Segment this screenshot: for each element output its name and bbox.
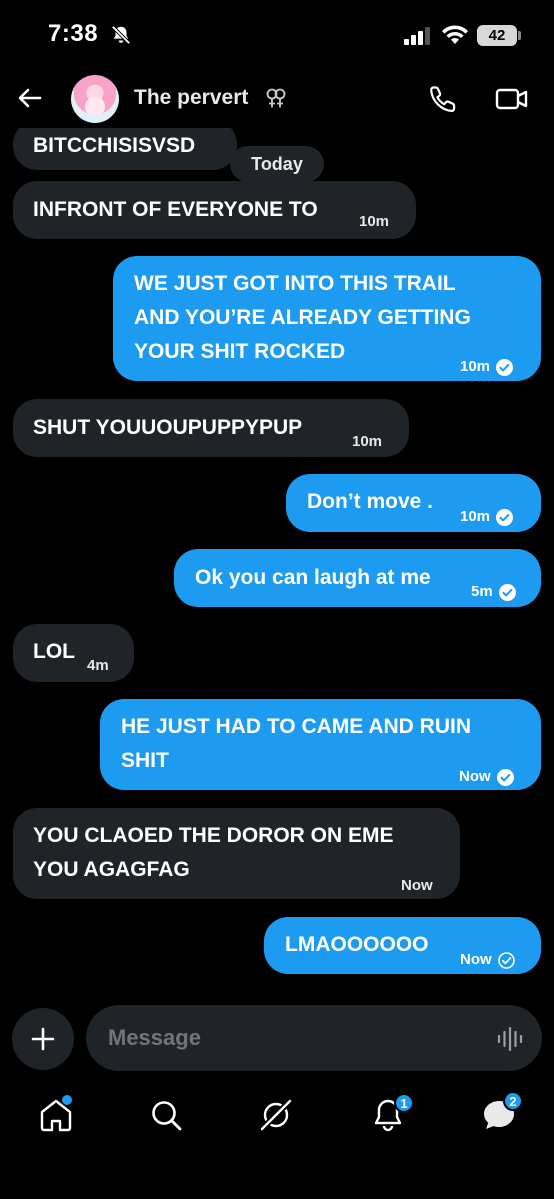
message-bubble-incoming[interactable]: SHUT YOUUOUPUPPYPUP 10m: [13, 399, 409, 457]
search-icon: [152, 1101, 182, 1131]
nav-grok[interactable]: [256, 1095, 296, 1135]
message-bubble-incoming[interactable]: BITCCHISISVSD: [13, 128, 237, 170]
read-check-icon: [498, 583, 516, 601]
voice-message-icon[interactable]: [496, 1025, 524, 1053]
nav-search[interactable]: [146, 1095, 186, 1135]
message-composer[interactable]: [86, 1005, 542, 1071]
read-check-icon: [496, 768, 514, 786]
message-text: LMAOOOOOO: [285, 933, 429, 956]
read-check-icon: [496, 358, 514, 376]
home-notification-dot: [62, 1095, 72, 1105]
message-timestamp: 10m: [359, 213, 390, 230]
messages-badge: 2: [503, 1091, 523, 1111]
message-text-line: SHIT: [121, 749, 169, 772]
signal-icon: [404, 27, 430, 45]
message-timestamp: Now: [401, 877, 433, 894]
message-text: Ok you can laugh at me: [195, 566, 431, 589]
message-text: Don’t move .: [307, 490, 434, 513]
bottom-navigation: 1 2: [0, 1085, 554, 1199]
message-text-line: WE JUST GOT INTO THIS TRAIL: [134, 272, 456, 295]
message-bubble-outgoing[interactable]: Don’t move . 10m: [286, 474, 541, 532]
message-text-line: YOUR SHIT ROCKED: [134, 340, 346, 363]
message-text: INFRONT OF EVERYONE TO: [33, 198, 318, 221]
notifications-badge: 1: [394, 1093, 414, 1113]
battery-indicator: 42: [477, 25, 517, 46]
day-separator: Today: [230, 146, 324, 182]
back-arrow-icon[interactable]: [16, 84, 44, 112]
message-timestamp: 10m: [460, 358, 491, 375]
battery-nub: [518, 31, 521, 40]
status-time: 7:38: [48, 20, 99, 47]
nav-home[interactable]: [36, 1095, 76, 1135]
video-call-icon[interactable]: [495, 85, 529, 113]
message-input[interactable]: [108, 1023, 468, 1053]
contact-name[interactable]: The pervert: [134, 86, 248, 110]
message-bubble-outgoing[interactable]: LMAOOOOOO Now: [264, 917, 541, 974]
message-bubble-incoming[interactable]: LOL 4m: [13, 624, 134, 682]
message-timestamp: 10m: [352, 433, 383, 450]
message-text-line: YOU CLAOED THE DOROR ON EME: [33, 824, 394, 847]
message-bubble-outgoing[interactable]: Ok you can laugh at me 5m: [174, 549, 541, 607]
conversation-header: The pervert: [0, 70, 554, 128]
status-bar: 7:38 42: [0, 0, 554, 70]
message-bubble-incoming[interactable]: YOU CLAOED THE DOROR ON EME YOU AGAGFAG …: [13, 808, 460, 899]
message-text-line: YOU AGAGFAG: [33, 858, 190, 881]
message-list[interactable]: BITCCHISISVSD Today INFRONT OF EVERYONE …: [0, 128, 554, 998]
message-timestamp: 10m: [460, 508, 491, 525]
add-attachment-button[interactable]: [12, 1008, 74, 1070]
message-text: LOL: [33, 640, 75, 663]
grok-icon: [259, 1098, 293, 1132]
message-bubble-incoming[interactable]: INFRONT OF EVERYONE TO 10m: [13, 181, 416, 239]
nav-messages[interactable]: 2: [479, 1091, 523, 1135]
read-check-icon: [496, 508, 514, 526]
sent-check-icon: [497, 951, 515, 969]
phone-call-icon[interactable]: [428, 84, 458, 114]
intersex-symbol-icon: [266, 88, 286, 108]
message-text: BITCCHISISVSD: [33, 134, 196, 157]
bell-off-icon: [111, 25, 131, 45]
message-text-line: AND YOU’RE ALREADY GETTING: [134, 306, 471, 329]
message-bubble-outgoing[interactable]: HE JUST HAD TO CAME AND RUIN SHIT Now: [100, 699, 541, 790]
message-text-line: HE JUST HAD TO CAME AND RUIN: [121, 715, 472, 738]
plus-icon: [31, 1027, 55, 1051]
message-text: SHUT YOUUOUPUPPYPUP: [33, 416, 303, 439]
message-timestamp: Now: [459, 768, 491, 785]
message-timestamp: 4m: [87, 657, 109, 674]
message-timestamp: 5m: [471, 583, 493, 600]
nav-notifications[interactable]: 1: [368, 1093, 414, 1135]
message-timestamp: Now: [460, 951, 492, 968]
message-bubble-outgoing[interactable]: WE JUST GOT INTO THIS TRAIL AND YOU’RE A…: [113, 256, 541, 381]
wifi-icon: [442, 25, 468, 44]
avatar[interactable]: [71, 75, 119, 123]
